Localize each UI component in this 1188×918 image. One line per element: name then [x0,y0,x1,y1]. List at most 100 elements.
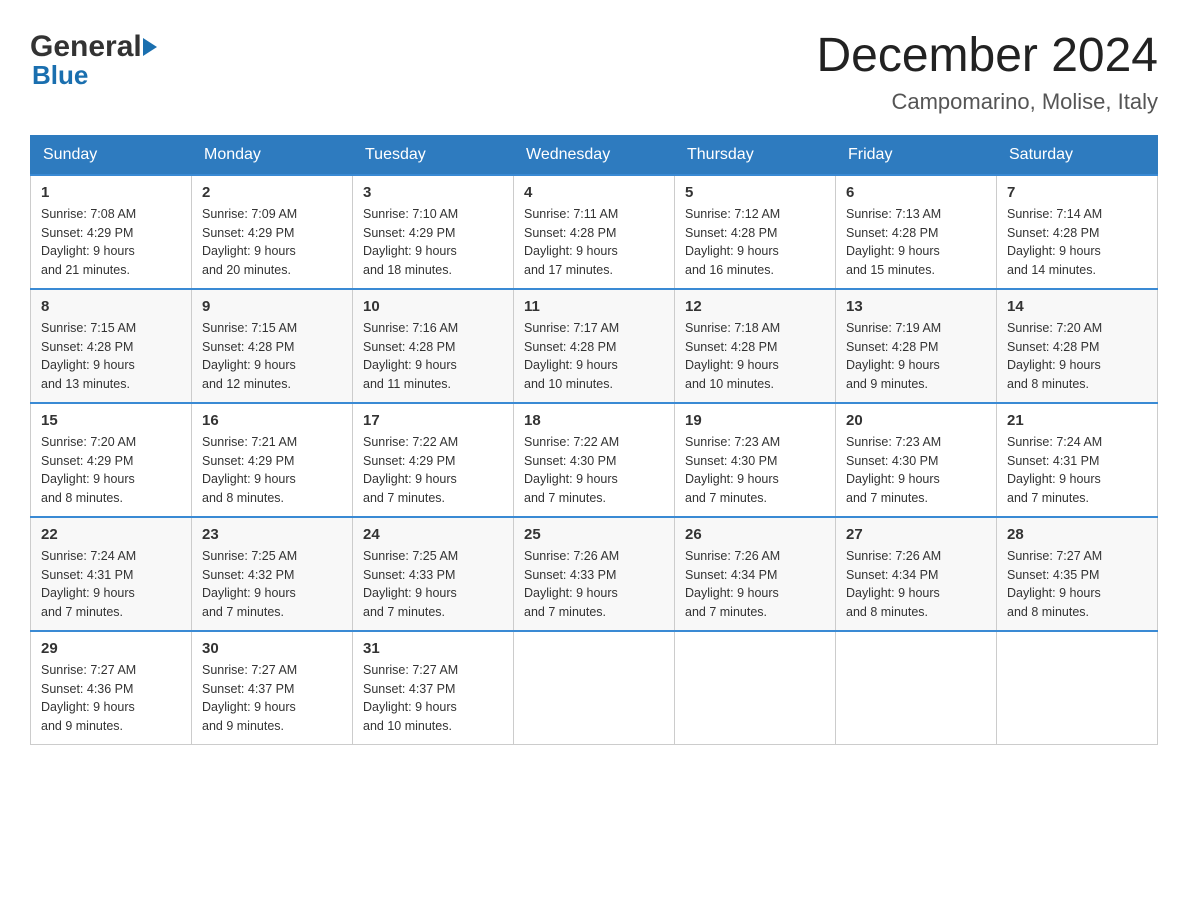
day-number: 14 [1007,298,1147,315]
calendar-week-row: 15Sunrise: 7:20 AMSunset: 4:29 PMDayligh… [31,403,1158,517]
day-number: 31 [363,640,503,657]
calendar-cell: 17 Sunrise: 7:22 AMSunset: 4:29 PMDayligh… [353,403,514,517]
day-number: 17 [363,412,503,429]
calendar-cell: 12Sunrise: 7:18 AMSunset: 4:28 PMDayligh… [675,289,836,403]
day-info: Sunrise: 7:12 AMSunset: 4:28 PMDaylight:… [685,207,780,277]
day-info: Sunrise: 7:27 AMSunset: 4:35 PMDaylight:… [1007,549,1102,619]
month-title: December 2024 [816,30,1158,83]
calendar-cell: 18Sunrise: 7:22 AMSunset: 4:30 PMDayligh… [514,403,675,517]
day-info: Sunrise: 7:14 AMSunset: 4:28 PMDaylight:… [1007,207,1102,277]
logo-general-text: General [30,30,142,64]
calendar-cell: 6 Sunrise: 7:13 AMSunset: 4:28 PMDaylight… [836,175,997,289]
day-number: 18 [524,412,664,429]
calendar-cell: 19 Sunrise: 7:23 AMSunset: 4:30 PMDayligh… [675,403,836,517]
calendar-cell: 14 Sunrise: 7:20 AMSunset: 4:28 PMDayligh… [997,289,1158,403]
calendar-cell: 11 Sunrise: 7:17 AMSunset: 4:28 PMDayligh… [514,289,675,403]
day-info: Sunrise: 7:27 AMSunset: 4:36 PMDaylight:… [41,663,136,733]
day-number: 20 [846,412,986,429]
day-info: Sunrise: 7:23 AMSunset: 4:30 PMDaylight:… [685,435,780,505]
day-number: 12 [685,298,825,315]
day-info: Sunrise: 7:13 AMSunset: 4:28 PMDaylight:… [846,207,941,277]
calendar-cell: 25Sunrise: 7:26 AMSunset: 4:33 PMDayligh… [514,517,675,631]
calendar-cell: 24 Sunrise: 7:25 AMSunset: 4:33 PMDayligh… [353,517,514,631]
day-info: Sunrise: 7:26 AMSunset: 4:34 PMDaylight:… [685,549,780,619]
day-number: 5 [685,184,825,201]
calendar-cell: 4Sunrise: 7:11 AMSunset: 4:28 PMDaylight… [514,175,675,289]
calendar-cell: 20Sunrise: 7:23 AMSunset: 4:30 PMDayligh… [836,403,997,517]
day-number: 3 [363,184,503,201]
logo-blue-text: Blue [32,60,158,91]
day-number: 10 [363,298,503,315]
calendar-cell [514,631,675,745]
day-of-week-saturday: Saturday [997,135,1158,175]
day-info: Sunrise: 7:20 AMSunset: 4:29 PMDaylight:… [41,435,136,505]
day-of-week-wednesday: Wednesday [514,135,675,175]
calendar-cell: 15Sunrise: 7:20 AMSunset: 4:29 PMDayligh… [31,403,192,517]
day-info: Sunrise: 7:24 AMSunset: 4:31 PMDaylight:… [41,549,136,619]
calendar-week-row: 8 Sunrise: 7:15 AMSunset: 4:28 PMDaylight… [31,289,1158,403]
day-info: Sunrise: 7:24 AMSunset: 4:31 PMDaylight:… [1007,435,1102,505]
day-info: Sunrise: 7:22 AMSunset: 4:29 PMDaylight:… [363,435,458,505]
calendar-week-row: 1 Sunrise: 7:08 AMSunset: 4:29 PMDaylight… [31,175,1158,289]
calendar-cell: 9 Sunrise: 7:15 AMSunset: 4:28 PMDaylight… [192,289,353,403]
day-of-week-friday: Friday [836,135,997,175]
day-info: Sunrise: 7:27 AMSunset: 4:37 PMDaylight:… [363,663,458,733]
day-number: 26 [685,526,825,543]
calendar-cell: 2 Sunrise: 7:09 AMSunset: 4:29 PMDaylight… [192,175,353,289]
day-info: Sunrise: 7:15 AMSunset: 4:28 PMDaylight:… [41,321,136,391]
calendar-cell: 27 Sunrise: 7:26 AMSunset: 4:34 PMDayligh… [836,517,997,631]
day-info: Sunrise: 7:27 AMSunset: 4:37 PMDaylight:… [202,663,297,733]
logo: General Blue [30,30,158,91]
day-number: 19 [685,412,825,429]
day-number: 16 [202,412,342,429]
day-info: Sunrise: 7:21 AMSunset: 4:29 PMDaylight:… [202,435,297,505]
calendar-cell: 16 Sunrise: 7:21 AMSunset: 4:29 PMDayligh… [192,403,353,517]
day-info: Sunrise: 7:08 AMSunset: 4:29 PMDaylight:… [41,207,136,277]
day-of-week-thursday: Thursday [675,135,836,175]
day-info: Sunrise: 7:15 AMSunset: 4:28 PMDaylight:… [202,321,297,391]
day-number: 28 [1007,526,1147,543]
day-info: Sunrise: 7:25 AMSunset: 4:32 PMDaylight:… [202,549,297,619]
day-number: 4 [524,184,664,201]
day-number: 2 [202,184,342,201]
calendar-cell: 26 Sunrise: 7:26 AMSunset: 4:34 PMDayligh… [675,517,836,631]
logo-arrow-icon [143,38,157,56]
calendar-cell: 31 Sunrise: 7:27 AMSunset: 4:37 PMDayligh… [353,631,514,745]
day-number: 29 [41,640,181,657]
day-number: 25 [524,526,664,543]
calendar-week-row: 22Sunrise: 7:24 AMSunset: 4:31 PMDayligh… [31,517,1158,631]
day-of-week-monday: Monday [192,135,353,175]
day-info: Sunrise: 7:20 AMSunset: 4:28 PMDaylight:… [1007,321,1102,391]
calendar-cell: 23Sunrise: 7:25 AMSunset: 4:32 PMDayligh… [192,517,353,631]
calendar-cell: 28 Sunrise: 7:27 AMSunset: 4:35 PMDayligh… [997,517,1158,631]
calendar-cell: 5 Sunrise: 7:12 AMSunset: 4:28 PMDaylight… [675,175,836,289]
day-number: 24 [363,526,503,543]
calendar-cell: 1 Sunrise: 7:08 AMSunset: 4:29 PMDaylight… [31,175,192,289]
day-info: Sunrise: 7:25 AMSunset: 4:33 PMDaylight:… [363,549,458,619]
day-info: Sunrise: 7:26 AMSunset: 4:34 PMDaylight:… [846,549,941,619]
day-number: 27 [846,526,986,543]
day-number: 9 [202,298,342,315]
day-of-week-sunday: Sunday [31,135,192,175]
calendar-week-row: 29 Sunrise: 7:27 AMSunset: 4:36 PMDayligh… [31,631,1158,745]
day-info: Sunrise: 7:16 AMSunset: 4:28 PMDaylight:… [363,321,458,391]
day-number: 1 [41,184,181,201]
calendar-cell [836,631,997,745]
day-number: 30 [202,640,342,657]
day-number: 7 [1007,184,1147,201]
day-info: Sunrise: 7:17 AMSunset: 4:28 PMDaylight:… [524,321,619,391]
calendar-cell: 29 Sunrise: 7:27 AMSunset: 4:36 PMDayligh… [31,631,192,745]
calendar-table: SundayMondayTuesdayWednesdayThursdayFrid… [30,135,1158,745]
calendar-cell: 22Sunrise: 7:24 AMSunset: 4:31 PMDayligh… [31,517,192,631]
day-info: Sunrise: 7:10 AMSunset: 4:29 PMDaylight:… [363,207,458,277]
day-number: 21 [1007,412,1147,429]
calendar-cell [675,631,836,745]
calendar-cell: 21 Sunrise: 7:24 AMSunset: 4:31 PMDayligh… [997,403,1158,517]
day-number: 11 [524,298,664,315]
day-number: 8 [41,298,181,315]
day-info: Sunrise: 7:09 AMSunset: 4:29 PMDaylight:… [202,207,297,277]
day-number: 6 [846,184,986,201]
calendar-header-row: SundayMondayTuesdayWednesdayThursdayFrid… [31,135,1158,175]
calendar-cell: 10 Sunrise: 7:16 AMSunset: 4:28 PMDayligh… [353,289,514,403]
page-header: General Blue December 2024 Campomarino, … [30,30,1158,115]
